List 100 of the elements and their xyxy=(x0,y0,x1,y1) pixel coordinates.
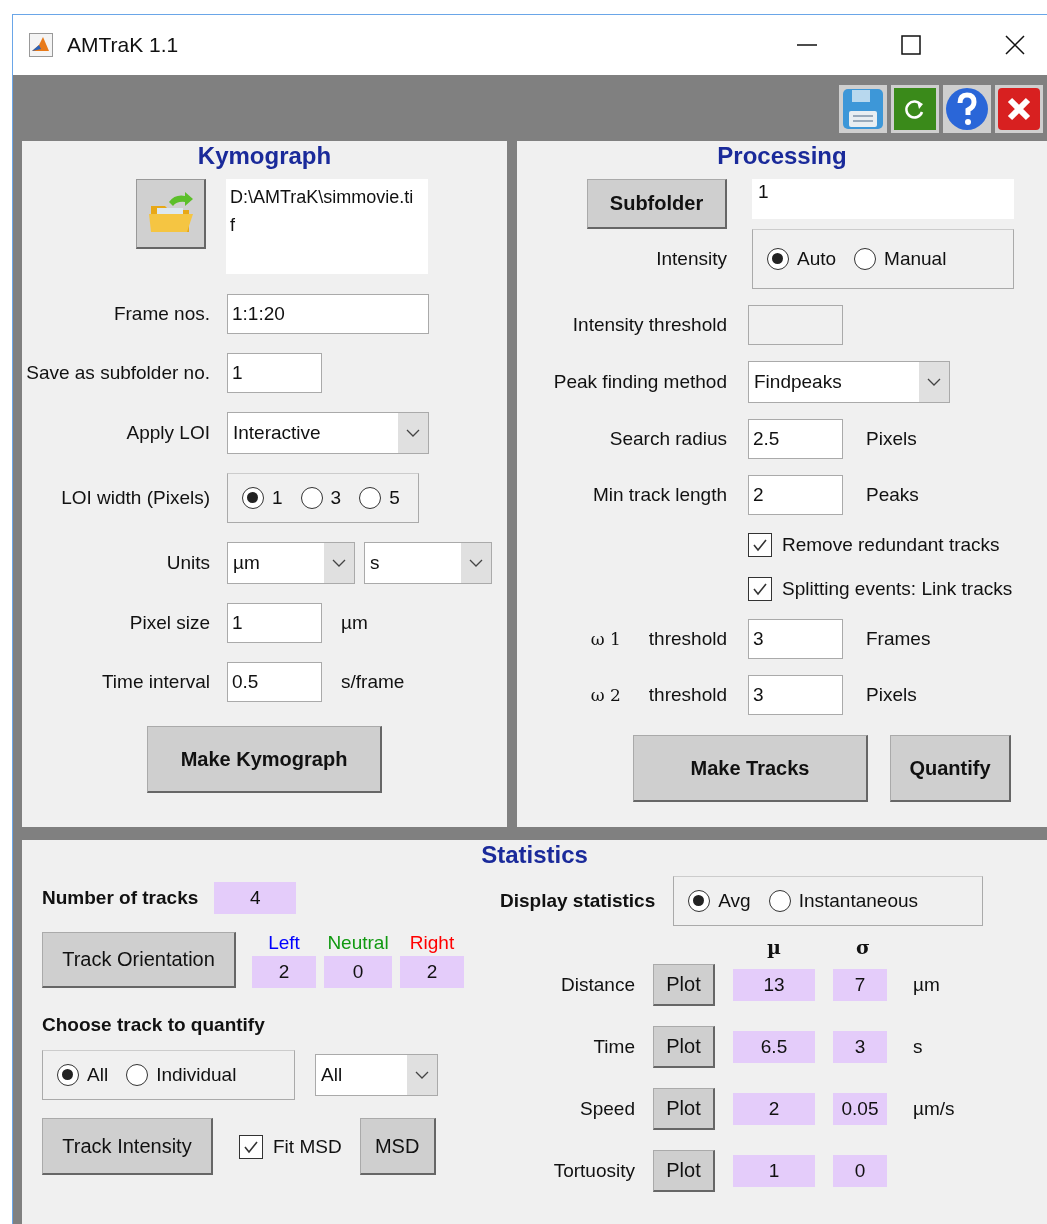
close-icon[interactable] xyxy=(1005,35,1025,55)
plot-button[interactable]: Plot xyxy=(653,1150,715,1192)
input-field[interactable]: 1:1:20 xyxy=(227,294,429,334)
stat-label: Tortuosity xyxy=(552,1160,635,1182)
value-field: 3 xyxy=(833,1031,887,1063)
input-field[interactable]: 3 xyxy=(748,619,843,659)
value-field: 2 xyxy=(733,1093,815,1125)
value-field: 1 xyxy=(733,1155,815,1187)
radio-button[interactable] xyxy=(768,890,791,912)
maximize-icon[interactable] xyxy=(901,35,921,55)
make-kymograph-button[interactable]: Make Kymograph xyxy=(147,726,382,793)
dropdown[interactable]: Interactive xyxy=(227,412,429,454)
value-field: 0 xyxy=(833,1155,887,1187)
orientation-label: Right xyxy=(408,932,456,954)
value-field: 0 xyxy=(324,956,392,988)
chevron-icon xyxy=(406,429,420,437)
unit-label: µm xyxy=(913,974,940,995)
plot-button[interactable]: Plot xyxy=(653,1026,715,1068)
field-label: Save as subfolder no. xyxy=(26,362,210,384)
value-field: 0.05 xyxy=(833,1093,887,1125)
stat-label: Distance xyxy=(560,974,635,996)
input-field[interactable]: 0.5 xyxy=(227,662,322,702)
field-label: Time interval xyxy=(101,671,210,693)
radio-button[interactable] xyxy=(688,890,711,912)
action-button[interactable]: Quantify xyxy=(890,735,1011,802)
radio-label: Manual xyxy=(884,248,947,270)
dropdown[interactable]: s xyxy=(364,542,492,584)
orientation-label: Neutral xyxy=(326,932,390,954)
radio-label: 1 xyxy=(272,487,283,509)
stat-label: Speed xyxy=(579,1098,635,1120)
panel-title: Kymograph xyxy=(196,141,333,171)
unit-label: s xyxy=(913,1036,923,1057)
field-label: Units xyxy=(166,552,210,574)
input-field[interactable]: 1 xyxy=(227,353,322,393)
field-label: Number of tracks xyxy=(42,887,199,909)
plot-button[interactable]: Plot xyxy=(653,1088,715,1130)
help-icon[interactable] xyxy=(943,85,991,133)
unit-label: µm/s xyxy=(913,1098,955,1119)
unit-label: s/frame xyxy=(341,671,405,693)
checkbox-label: Splitting events: Link tracks xyxy=(782,578,1013,600)
unit-label: Pixels xyxy=(866,428,917,450)
radio-button[interactable] xyxy=(767,248,789,270)
refresh-icon[interactable] xyxy=(891,85,939,133)
value-field: 6.5 xyxy=(733,1031,815,1063)
radio-label: Avg xyxy=(718,890,751,912)
input-field[interactable]: 1 xyxy=(227,603,322,643)
action-button[interactable]: Make Tracks xyxy=(633,735,868,802)
radio-label: Individual xyxy=(156,1064,237,1086)
omega-label: ω 2 xyxy=(590,685,621,705)
dropdown[interactable]: µm xyxy=(227,542,355,584)
file-path-field[interactable]: D:\AMTraK\simmovie.tif xyxy=(226,179,428,274)
subfolder-button[interactable]: Subfolder xyxy=(587,179,727,229)
field-label: Frame nos. xyxy=(113,303,210,325)
value-field: 2 xyxy=(400,956,464,988)
radio-label: 5 xyxy=(389,487,400,509)
unit-label: Pixels xyxy=(866,684,917,706)
subfolder-field[interactable]: 1 xyxy=(752,179,1014,219)
open-file-button[interactable] xyxy=(136,179,206,249)
value-field: 2 xyxy=(252,956,316,988)
input-field[interactable]: 2 xyxy=(748,475,843,515)
section-label: Choose track to quantify xyxy=(42,1014,266,1036)
field-label: Search radius xyxy=(609,428,727,450)
field-label: threshold xyxy=(648,628,727,650)
dropdown[interactable]: Findpeaks xyxy=(748,361,950,403)
unit-label: Peaks xyxy=(866,484,919,506)
checkbox-label: Fit MSD xyxy=(273,1135,342,1158)
msd-button[interactable]: MSD xyxy=(359,1118,436,1175)
track-intensity-button[interactable]: Track Intensity xyxy=(42,1118,213,1175)
value-field: 13 xyxy=(733,969,815,1001)
unit-label: µm xyxy=(341,612,368,634)
dropdown[interactable]: All xyxy=(315,1054,438,1096)
orientation-label: Left xyxy=(267,932,301,954)
radio-button[interactable] xyxy=(359,487,382,509)
radio-button[interactable] xyxy=(300,487,323,509)
input-field[interactable]: 2.5 xyxy=(748,419,843,459)
chevron-icon xyxy=(927,378,941,386)
app-icon xyxy=(29,33,53,57)
radio-label: All xyxy=(87,1064,109,1086)
radio-button[interactable] xyxy=(854,248,877,270)
radio-button[interactable] xyxy=(57,1064,79,1086)
save-icon[interactable] xyxy=(839,85,887,133)
field-label: Apply LOI xyxy=(126,422,210,444)
field-label: Min track length xyxy=(592,484,727,506)
field-label: threshold xyxy=(648,684,727,706)
omega-label: ω 1 xyxy=(590,629,621,649)
checkbox[interactable] xyxy=(748,577,772,601)
chevron-icon xyxy=(415,1071,429,1079)
column-header: σ xyxy=(855,936,871,958)
field-label: Pixel size xyxy=(129,612,210,634)
radio-label: 3 xyxy=(330,487,342,509)
field-label: Peak finding method xyxy=(553,371,727,393)
plot-button[interactable]: Plot xyxy=(653,964,715,1006)
radio-button[interactable] xyxy=(126,1064,149,1086)
radio-button[interactable] xyxy=(242,487,264,509)
input-field[interactable]: 3 xyxy=(748,675,843,715)
chevron-icon xyxy=(332,559,346,567)
checkbox[interactable] xyxy=(748,533,772,557)
track-orientation-button[interactable]: Track Orientation xyxy=(42,932,236,988)
checkbox[interactable] xyxy=(239,1134,263,1159)
window-title: AMTraK 1.1 xyxy=(67,33,179,57)
